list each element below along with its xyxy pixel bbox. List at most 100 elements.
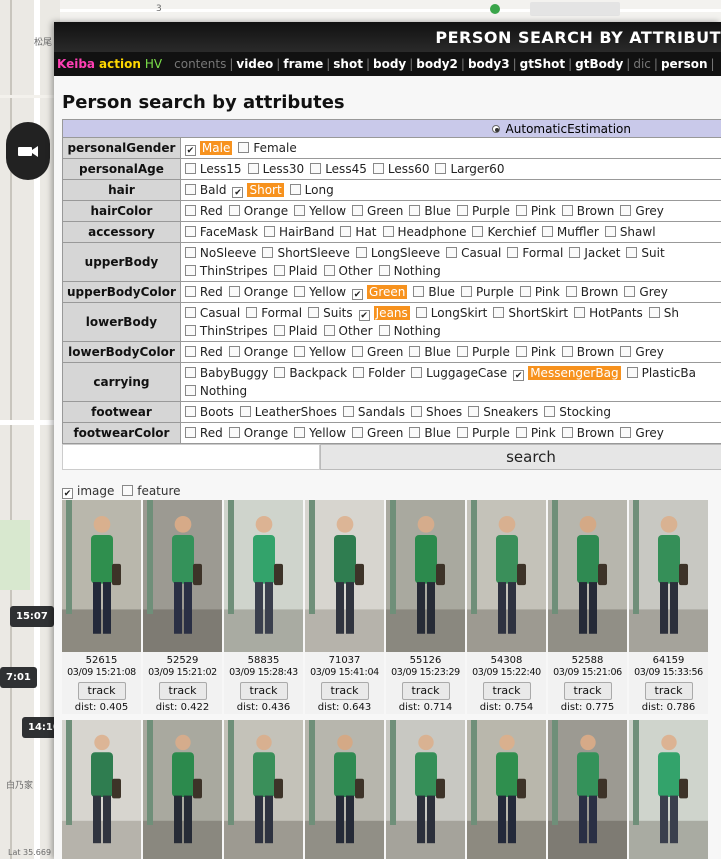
option-checkbox[interactable]: ✔ (358, 310, 370, 321)
option-checkbox[interactable] (569, 247, 581, 258)
option-checkbox[interactable] (415, 307, 427, 318)
option-red[interactable]: Red (184, 424, 223, 442)
option-checkbox[interactable] (515, 427, 527, 438)
option-formal[interactable]: Formal (507, 244, 563, 262)
option-checkbox[interactable] (184, 184, 196, 195)
option-checkbox[interactable] (544, 406, 556, 417)
option-checkbox[interactable] (409, 205, 421, 216)
timeline-marker[interactable]: 7:01 (0, 667, 37, 688)
option-blue[interactable]: Blue (409, 424, 451, 442)
option-green[interactable]: Green (352, 343, 403, 361)
option-sh[interactable]: Sh (648, 304, 679, 322)
option-pink[interactable]: Pink (515, 202, 556, 220)
option-yellow[interactable]: Yellow (294, 343, 346, 361)
option-bald[interactable]: Bald (184, 181, 226, 199)
option-grey[interactable]: Grey (620, 424, 664, 442)
feature-option[interactable]: feature (122, 484, 181, 498)
option-kerchief[interactable]: Kerchief (472, 223, 536, 241)
option-checkbox[interactable] (184, 346, 196, 357)
option-nothing[interactable]: Nothing (378, 262, 441, 280)
nav-link-body2[interactable]: body2 (416, 57, 458, 71)
option-checkbox[interactable] (294, 205, 306, 216)
option-checkbox[interactable] (228, 286, 240, 297)
option-checkbox[interactable] (456, 205, 468, 216)
nav-link-contents[interactable]: contents (174, 57, 226, 71)
option-plaid[interactable]: Plaid (273, 262, 318, 280)
result-thumbnail[interactable] (224, 720, 303, 859)
option-messengerbag[interactable]: ✔ MessengerBag (513, 364, 621, 382)
result-thumbnail[interactable] (629, 500, 708, 652)
option-jeans[interactable]: ✔ Jeans (358, 304, 410, 322)
option-green[interactable]: Green (352, 202, 403, 220)
option-checkbox[interactable] (184, 307, 196, 318)
nav-link-person[interactable]: person (661, 57, 708, 71)
option-checkbox[interactable] (273, 265, 285, 276)
option-sandals[interactable]: Sandals (342, 403, 405, 421)
track-button[interactable]: track (320, 682, 369, 700)
option-longsleeve[interactable]: LongSleeve (355, 244, 440, 262)
option-checkbox[interactable] (184, 367, 196, 378)
option-jacket[interactable]: Jacket (569, 244, 620, 262)
option-shortsleeve[interactable]: ShortSleeve (262, 244, 350, 262)
option-checkbox[interactable] (274, 367, 286, 378)
option-blue[interactable]: Blue (409, 202, 451, 220)
option-checkbox[interactable]: ✔ (513, 370, 525, 381)
option-checkbox[interactable] (294, 427, 306, 438)
option-casual[interactable]: Casual (446, 244, 501, 262)
option-checkbox[interactable]: ✔ (352, 289, 364, 300)
nav-link-shot[interactable]: shot (333, 57, 363, 71)
auto-estimation-option[interactable]: AutomaticEstimation (62, 119, 721, 138)
option-checkbox[interactable] (648, 307, 660, 318)
option-other[interactable]: Other (323, 322, 373, 340)
option-brown[interactable]: Brown (561, 424, 614, 442)
option-checkbox[interactable] (184, 427, 196, 438)
option-checkbox[interactable]: ✔ (184, 145, 196, 156)
result-thumbnail[interactable] (467, 500, 546, 652)
brand-hv[interactable]: HV (145, 57, 162, 71)
option-thinstripes[interactable]: ThinStripes (184, 322, 268, 340)
track-button[interactable]: track (77, 682, 126, 700)
result-thumbnail[interactable] (224, 500, 303, 652)
option-checkbox[interactable] (382, 226, 394, 237)
option-checkbox[interactable] (184, 385, 196, 396)
option-checkbox[interactable] (238, 142, 250, 153)
option-grey[interactable]: Grey (624, 283, 668, 301)
option-grey[interactable]: Grey (620, 202, 664, 220)
option-checkbox[interactable] (460, 286, 472, 297)
option-checkbox[interactable] (435, 163, 447, 174)
result-thumbnail[interactable] (143, 500, 222, 652)
option-checkbox[interactable] (246, 307, 258, 318)
option-checkbox[interactable] (323, 265, 335, 276)
result-thumbnail[interactable] (629, 720, 708, 859)
option-checkbox[interactable] (468, 406, 480, 417)
map-pin-icon[interactable] (490, 4, 500, 14)
option-female[interactable]: Female (238, 139, 297, 157)
option-checkbox[interactable] (184, 226, 196, 237)
option-shortskirt[interactable]: ShortSkirt (493, 304, 568, 322)
nav-link-body3[interactable]: body3 (468, 57, 510, 71)
option-formal[interactable]: Formal (246, 304, 302, 322)
track-button[interactable]: track (563, 682, 612, 700)
auto-estimation-radio[interactable] (491, 124, 500, 133)
option-long[interactable]: Long (289, 181, 334, 199)
option-folder[interactable]: Folder (353, 364, 405, 382)
option-yellow[interactable]: Yellow (294, 424, 346, 442)
nav-link-dic[interactable]: dic (633, 57, 651, 71)
option-suits[interactable]: Suits (308, 304, 353, 322)
option-checkbox[interactable] (378, 265, 390, 276)
option-shawl[interactable]: Shawl (604, 223, 656, 241)
option-checkbox[interactable] (352, 205, 364, 216)
option-red[interactable]: Red (184, 283, 223, 301)
option-checkbox[interactable] (624, 286, 636, 297)
option-checkbox[interactable] (184, 286, 196, 297)
option-larger60[interactable]: Larger60 (435, 160, 504, 178)
option-other[interactable]: Other (323, 262, 373, 280)
track-button[interactable]: track (482, 682, 531, 700)
option-hairband[interactable]: HairBand (263, 223, 334, 241)
option-checkbox[interactable] (456, 427, 468, 438)
option-checkbox[interactable] (515, 346, 527, 357)
option-thinstripes[interactable]: ThinStripes (184, 262, 268, 280)
option-checkbox[interactable] (228, 346, 240, 357)
option-backpack[interactable]: Backpack (274, 364, 347, 382)
option-purple[interactable]: Purple (460, 283, 514, 301)
